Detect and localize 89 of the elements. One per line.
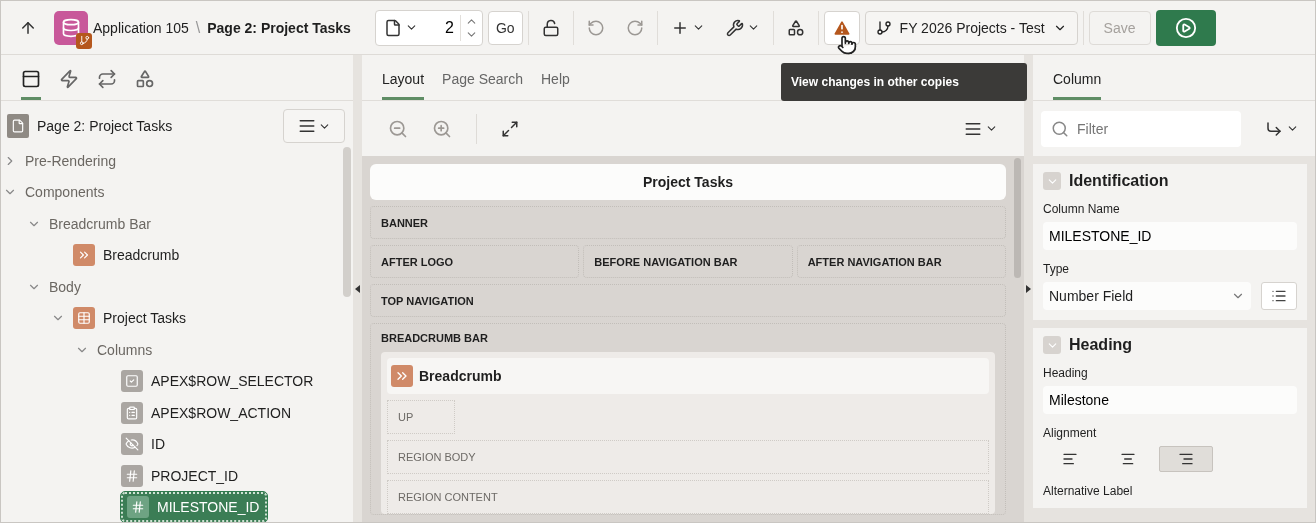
- tree-node[interactable]: Components: [25, 184, 105, 201]
- tree-node[interactable]: Project Tasks: [73, 307, 186, 330]
- layout-region[interactable]: AFTER LOGO: [370, 245, 580, 278]
- region-title: Breadcrumb: [419, 368, 502, 384]
- breadcrumb-separator: \: [194, 18, 202, 37]
- collapse-handle-icon[interactable]: [355, 284, 360, 293]
- alignment-button[interactable]: [1159, 446, 1213, 472]
- tree-node[interactable]: ID: [121, 433, 165, 456]
- tree-node[interactable]: Pre-Rendering: [25, 152, 117, 169]
- run-button[interactable]: [1155, 9, 1216, 46]
- align-right-icon: [1178, 451, 1194, 467]
- tooltip: View changes in other copies: [781, 63, 1027, 101]
- group-title: Heading: [1069, 336, 1133, 354]
- filter-field[interactable]: Filter: [1041, 110, 1241, 147]
- number-icon: [127, 496, 149, 519]
- tree-title: Page 2: Project Tasks: [37, 118, 173, 134]
- clipboard-icon: [121, 401, 143, 424]
- undo-icon: [586, 18, 605, 37]
- warning-button[interactable]: [823, 10, 860, 45]
- redo-icon: [625, 18, 644, 37]
- zoom-out-icon: [388, 118, 408, 139]
- expand-icon: [501, 119, 519, 138]
- group-title: Identification: [1069, 172, 1169, 190]
- field-label: Alternative Label: [1043, 484, 1134, 498]
- align-center-icon: [1120, 451, 1136, 467]
- checkbox-icon: [121, 370, 143, 393]
- play-icon: [1174, 16, 1197, 39]
- page-icon: [7, 114, 29, 138]
- input-field[interactable]: Milestone: [1043, 386, 1297, 414]
- field-label: Heading: [1043, 366, 1089, 380]
- tree-node[interactable]: Breadcrumb: [73, 244, 180, 267]
- input-field[interactable]: MILESTONE_ID: [1043, 222, 1297, 250]
- layout-region[interactable]: BANNER: [370, 206, 1006, 239]
- unlock-icon: [541, 18, 560, 37]
- page-icon: [383, 18, 402, 37]
- zoom-in-icon: [432, 118, 452, 139]
- field-label: Type: [1043, 262, 1070, 276]
- region-label: BREADCRUMB BAR: [381, 332, 489, 344]
- scrollbar[interactable]: [1014, 158, 1021, 278]
- page-title: Project Tasks: [370, 164, 1006, 200]
- number-icon: [121, 464, 143, 487]
- tab[interactable]: Help: [541, 71, 570, 100]
- page-number-field[interactable]: 2: [425, 17, 460, 38]
- scrollbar[interactable]: [343, 147, 351, 297]
- collapse-toggle[interactable]: [1043, 172, 1061, 190]
- region-header[interactable]: Breadcrumb: [387, 358, 989, 394]
- tree-node[interactable]: APEX$ROW_SELECTOR: [121, 370, 314, 393]
- branch-icon: [875, 19, 892, 36]
- tree-node[interactable]: APEX$ROW_ACTION: [121, 401, 292, 424]
- field-label: Column Name: [1043, 202, 1121, 216]
- search-icon: [1051, 119, 1069, 138]
- page-selector[interactable]: 2: [374, 9, 483, 46]
- list-button[interactable]: [1261, 282, 1297, 310]
- menu-button[interactable]: [283, 109, 345, 143]
- layout-region[interactable]: TOP NAVIGATION: [370, 284, 1006, 317]
- align-left-icon: [1062, 451, 1078, 467]
- layout-slot[interactable]: REGION CONTENT: [387, 480, 989, 514]
- arrow-icon: [1265, 119, 1283, 138]
- field-label: Alignment: [1043, 426, 1098, 440]
- branch-menu-button[interactable]: FY 2026 Projects - Test: [864, 10, 1078, 45]
- tree-node[interactable]: Body: [49, 278, 81, 295]
- menu-icon: [297, 117, 316, 135]
- hand-cursor-icon: [837, 35, 857, 55]
- tab[interactable]: Page Search: [442, 71, 523, 100]
- tree-node[interactable]: Breadcrumb Bar: [49, 215, 151, 232]
- shapes-icon: [786, 18, 805, 37]
- breadcrumb-icon: [73, 244, 95, 267]
- wrench-icon: [725, 18, 744, 37]
- layout-region[interactable]: AFTER NAVIGATION BAR: [796, 245, 1006, 278]
- tab[interactable]: Column: [1053, 71, 1102, 100]
- layout-region[interactable]: BEFORE NAVIGATION BAR: [583, 245, 793, 278]
- list-icon: [1271, 288, 1287, 304]
- layout-slot[interactable]: REGION BODY: [387, 440, 989, 474]
- tree-node[interactable]: MILESTONE_ID: [121, 492, 268, 522]
- page-name: Page 2: Project Tasks: [207, 19, 351, 36]
- hidden-icon: [121, 433, 143, 456]
- region-icon: [73, 307, 95, 330]
- layout-slot[interactable]: UP: [387, 400, 455, 434]
- tree-node[interactable]: Columns: [97, 341, 153, 358]
- breadcrumb-icon: [391, 365, 413, 387]
- region-card[interactable]: Breadcrumb UP REGION BODY REGION CONTENT: [381, 352, 995, 514]
- select-field[interactable]: Number Field: [1043, 282, 1251, 310]
- tree-node[interactable]: PROJECT_ID: [121, 464, 239, 487]
- collapse-handle-icon[interactable]: [1026, 284, 1031, 293]
- go-button[interactable]: Go: [487, 10, 523, 45]
- collapse-toggle[interactable]: [1043, 336, 1061, 354]
- select-value: Number Field: [1049, 288, 1134, 304]
- tab[interactable]: Layout: [382, 71, 425, 100]
- app-link[interactable]: Application 105: [93, 19, 189, 36]
